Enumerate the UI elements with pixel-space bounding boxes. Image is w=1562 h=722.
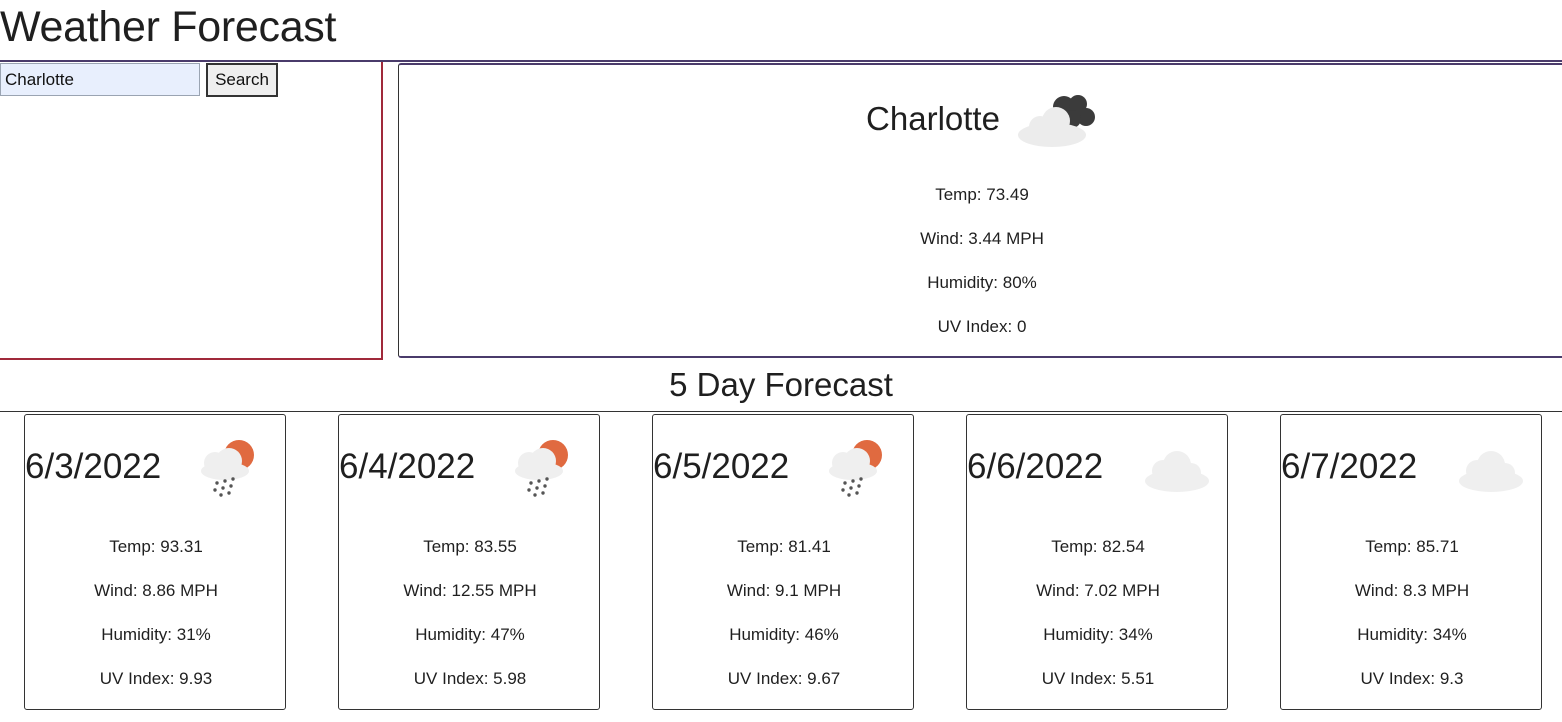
forecast-section-title: 5 Day Forecast [0,358,1562,412]
forecast-card: 6/6/2022 Temp: 82.54 Wind: 7.02 MPH Humi… [966,414,1228,710]
forecast-card: 6/5/2022 Temp: 81.41 Wind: 9.1 MPH Humid… [652,414,914,710]
rain-sun-icon [201,440,254,497]
current-humidity: Humidity: 80% [927,273,1037,292]
forecast-temp: Temp: 85.71 [1365,537,1459,556]
forecast-humidity: Humidity: 34% [1043,625,1153,644]
forecast-uv-index: UV Index: 9.3 [1360,669,1464,688]
current-weather-stats: Temp: 73.49 Wind: 3.44 MPH Humidity: 80%… [399,173,1562,349]
forecast-wind: Wind: 7.02 MPH [1036,581,1160,600]
forecast-card: 6/7/2022 Temp: 85.71 Wind: 8.3 MPH Humid… [1280,414,1542,710]
forecast-card-header: 6/6/2022 [967,435,1229,501]
cloudy-dark-icon [1017,95,1095,147]
rain-sun-icon [829,440,882,497]
forecast-card-header: 6/7/2022 [1281,435,1543,501]
forecast-stats: Temp: 85.71 Wind: 8.3 MPH Humidity: 34% … [1281,525,1543,701]
current-uv-index: UV Index: 0 [937,317,1027,336]
search-panel: Search [0,62,383,360]
cloud-icon [1145,451,1209,492]
current-city-name: Charlotte [866,100,1000,137]
forecast-card: 6/3/2022 Temp: 93.31 Wind: 8.86 MPH Humi… [24,414,286,710]
current-weather-header: Charlotte [399,89,1562,149]
forecast-wind: Wind: 12.55 MPH [403,581,537,600]
forecast-card-header: 6/5/2022 [653,435,915,501]
forecast-uv-index: UV Index: 5.51 [1041,669,1155,688]
forecast-date: 6/7/2022 [1281,447,1418,486]
forecast-card-header: 6/3/2022 [25,435,287,501]
forecast-stats: Temp: 82.54 Wind: 7.02 MPH Humidity: 34%… [967,525,1229,701]
forecast-stats: Temp: 93.31 Wind: 8.86 MPH Humidity: 31%… [25,525,287,701]
search-input[interactable] [0,63,200,96]
forecast-humidity: Humidity: 46% [729,625,839,644]
current-wind: Wind: 3.44 MPH [920,229,1044,248]
current-weather-card: Charlotte Temp: 73.49 Wind: 3.44 MPH Hum… [398,63,1562,358]
forecast-wind: Wind: 8.3 MPH [1354,581,1470,600]
forecast-uv-index: UV Index: 9.93 [99,669,213,688]
forecast-uv-index: UV Index: 9.67 [727,669,841,688]
forecast-card: 6/4/2022 Temp: 83.55 Wind: 12.55 MPH Hum… [338,414,600,710]
forecast-stats: Temp: 81.41 Wind: 9.1 MPH Humidity: 46% … [653,525,915,701]
forecast-humidity: Humidity: 47% [415,625,525,644]
forecast-humidity: Humidity: 31% [101,625,211,644]
rain-sun-icon [515,440,568,497]
forecast-stats: Temp: 83.55 Wind: 12.55 MPH Humidity: 47… [339,525,601,701]
forecast-wind: Wind: 8.86 MPH [94,581,218,600]
forecast-date: 6/4/2022 [339,447,476,486]
forecast-date: 6/6/2022 [967,447,1104,486]
forecast-uv-index: UV Index: 5.98 [413,669,527,688]
page-title: Weather Forecast [0,3,337,51]
cloud-icon [1459,451,1523,492]
forecast-date: 6/5/2022 [653,447,790,486]
forecast-temp: Temp: 83.55 [423,537,517,556]
forecast-temp: Temp: 93.31 [109,537,203,556]
forecast-card-header: 6/4/2022 [339,435,601,501]
forecast-temp: Temp: 82.54 [1051,537,1145,556]
forecast-wind: Wind: 9.1 MPH [726,581,842,600]
search-button[interactable]: Search [206,63,278,97]
forecast-temp: Temp: 81.41 [737,537,831,556]
current-temp: Temp: 73.49 [935,185,1029,204]
forecast-humidity: Humidity: 34% [1357,625,1467,644]
forecast-date: 6/3/2022 [25,447,162,486]
